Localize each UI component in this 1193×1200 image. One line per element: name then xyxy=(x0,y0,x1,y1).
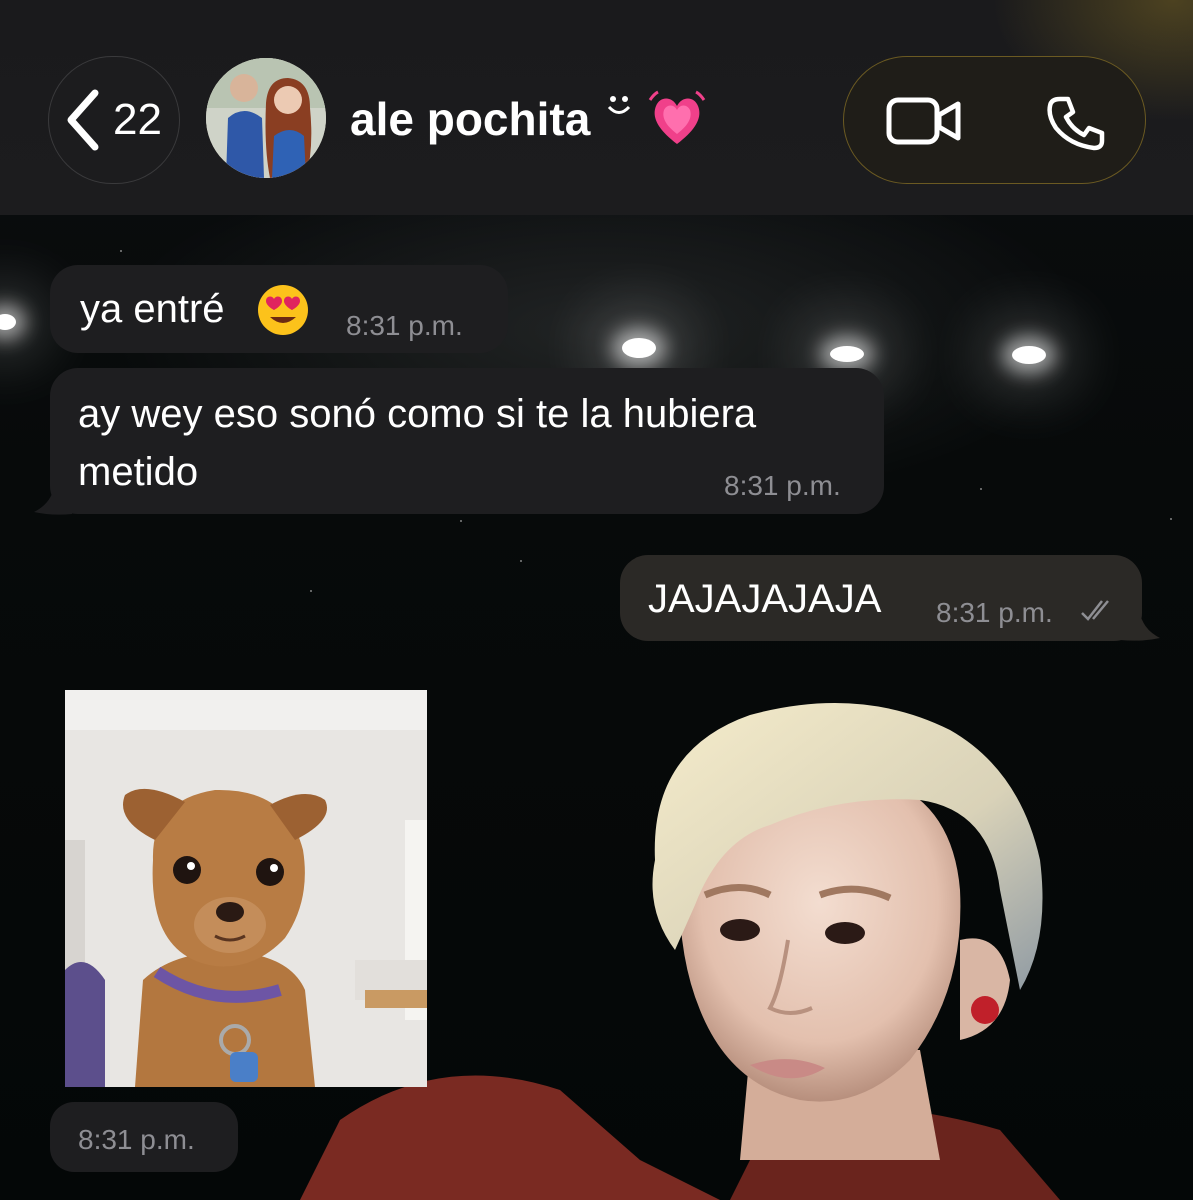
star xyxy=(980,488,982,490)
message-text: ya entré xyxy=(80,287,225,331)
message-time: 8:31 p.m. xyxy=(78,1124,195,1155)
back-button[interactable]: 22 xyxy=(48,56,180,184)
bubble-tail xyxy=(34,488,72,515)
star xyxy=(310,590,312,592)
call-actions xyxy=(843,56,1146,184)
message-text: JAJAJAJAJA xyxy=(648,577,882,621)
bubble-tail xyxy=(1120,614,1160,641)
stage-light xyxy=(830,346,864,362)
message-text-line: ay wey eso sonó como si te la hubiera xyxy=(78,392,757,436)
avatar-photo xyxy=(206,58,326,178)
incoming-message-time[interactable]: 8:31 p.m. xyxy=(50,1102,238,1172)
wallpaper-portrait xyxy=(300,703,1060,1200)
incoming-message[interactable]: ay wey eso sonó como si te la hubiera me… xyxy=(50,368,884,514)
phone-icon[interactable] xyxy=(1046,95,1106,151)
message-time: 8:31 p.m. xyxy=(724,470,841,501)
star xyxy=(120,250,122,252)
unread-count: 22 xyxy=(113,95,162,144)
video-camera-icon[interactable] xyxy=(886,95,962,147)
growing-heart-icon xyxy=(648,90,706,144)
chevron-left-icon xyxy=(67,89,99,151)
star xyxy=(460,520,462,522)
image-message[interactable] xyxy=(65,690,427,1087)
chat-header: 22 ale pochita xyxy=(0,0,1193,215)
message-time: 8:31 p.m. xyxy=(936,597,1053,628)
stage-light xyxy=(1012,346,1046,364)
contact-name[interactable]: ale pochita xyxy=(350,92,590,146)
message-text-line: metido xyxy=(78,450,199,494)
star xyxy=(520,560,522,562)
outgoing-message[interactable]: JAJAJAJAJA 8:31 p.m. xyxy=(620,555,1142,641)
message-time: 8:31 p.m. xyxy=(346,310,463,341)
smile-emoji xyxy=(604,92,634,127)
avatar[interactable] xyxy=(206,58,326,178)
star xyxy=(1170,518,1172,520)
read-double-check-icon xyxy=(1081,600,1109,621)
heart-eyes-emoji-icon xyxy=(258,285,308,335)
dog-meme-photo xyxy=(65,690,427,1087)
incoming-message[interactable]: ya entré 8:31 p.m. xyxy=(50,265,508,353)
stage-light xyxy=(622,338,656,358)
stage-light xyxy=(0,314,16,330)
